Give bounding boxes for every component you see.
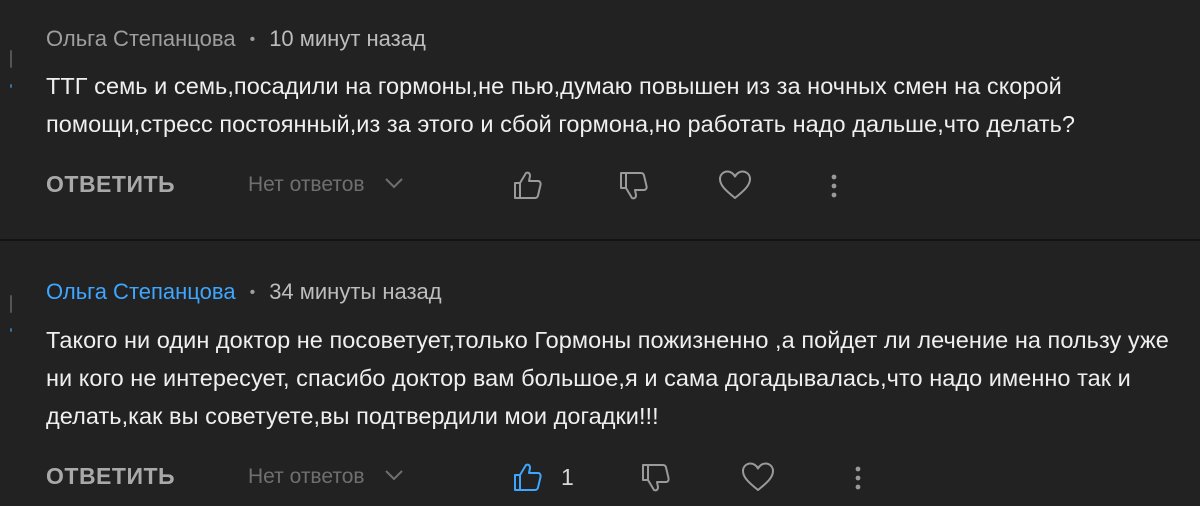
meta-separator: •	[249, 31, 256, 48]
comment-actions: ОТВЕТИТЬ Нет ответов	[0, 164, 1200, 204]
comment-author[interactable]: Ольга Степанцова	[46, 279, 236, 304]
like-count: 1	[561, 464, 574, 490]
replies-toggle[interactable]: Нет ответов	[248, 170, 404, 200]
comment-item: Ольга Степанцова • 34 минуты назад Такого …	[0, 240, 1200, 506]
comment-text: ТТГ семь и семь,посадили на гормоны,не п…	[46, 73, 1076, 137]
heart-icon[interactable]	[740, 460, 776, 494]
comment-timestamp: 10 минут назад	[269, 26, 426, 51]
thumbs-down-icon[interactable]	[617, 168, 651, 202]
comments-feed: Ольга Степанцова • 10 минут назад ТТГ семь…	[0, 0, 1200, 506]
comment-meta: Ольга Степанцова • 34 минуты назад	[46, 278, 442, 307]
more-vertical-icon[interactable]	[824, 168, 844, 202]
comment-item: Ольга Степанцова • 10 минут назад ТТГ семь…	[0, 0, 1200, 240]
comment-meta: Ольга Степанцова • 10 минут назад	[46, 25, 426, 54]
replies-label: Нет ответов	[248, 465, 365, 488]
reply-button[interactable]: ОТВЕТИТЬ	[46, 168, 175, 200]
thumbs-up-icon[interactable]	[511, 460, 545, 494]
thumbs-down-icon[interactable]	[639, 460, 673, 494]
thumbs-up-icon[interactable]	[511, 168, 545, 202]
comment-text: Такого ни один доктор не посоветует,толь…	[46, 327, 1169, 429]
chevron-down-icon	[384, 460, 404, 490]
thread-marker	[10, 50, 12, 68]
thread-marker-accent	[10, 84, 12, 88]
comment-timestamp: 34 минуты назад	[269, 279, 442, 304]
heart-icon[interactable]	[717, 168, 753, 202]
replies-toggle[interactable]: Нет ответов	[248, 462, 404, 492]
reply-button[interactable]: ОТВЕТИТЬ	[46, 460, 175, 492]
thread-marker-accent	[10, 328, 12, 332]
thread-marker	[10, 295, 12, 313]
comment-actions: ОТВЕТИТЬ Нет ответов 1	[0, 456, 1200, 496]
more-vertical-icon[interactable]	[848, 460, 868, 494]
replies-label: Нет ответов	[248, 173, 365, 196]
meta-separator: •	[249, 284, 256, 301]
comment-author[interactable]: Ольга Степанцова	[46, 26, 236, 51]
chevron-down-icon	[384, 168, 404, 198]
